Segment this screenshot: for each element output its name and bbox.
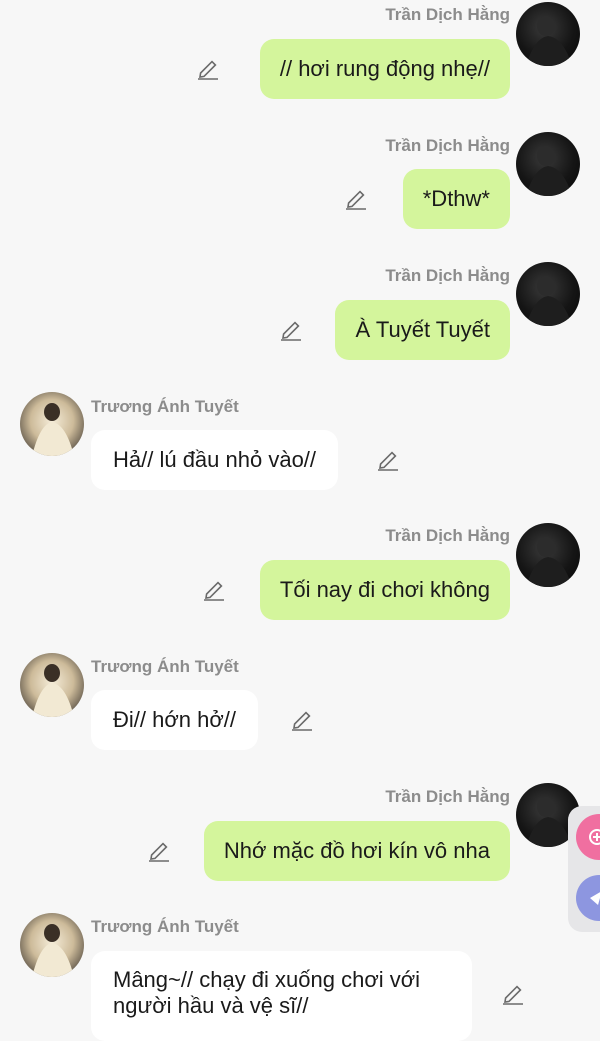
- pencil-icon[interactable]: [501, 982, 525, 1006]
- pencil-icon[interactable]: [290, 708, 314, 732]
- sender-name: Trần Dịch Hằng: [385, 266, 510, 285]
- message-bubble[interactable]: Tối nay đi chơi không: [259, 560, 510, 620]
- sender-name: Trần Dịch Hằng: [385, 787, 510, 806]
- message-bubble[interactable]: À Tuyết Tuyết: [335, 300, 510, 360]
- avatar[interactable]: [516, 523, 580, 587]
- send-icon[interactable]: [576, 875, 600, 921]
- sender-name: Trần Dịch Hằng: [385, 136, 510, 155]
- sender-name: Trương Ánh Tuyết: [91, 657, 239, 676]
- sender-name: Trần Dịch Hằng: [385, 526, 510, 545]
- add-circle-icon[interactable]: [576, 814, 600, 860]
- message-bubble[interactable]: Hả// lú đầu nhỏ vào//: [91, 430, 339, 490]
- sender-name: Trần Dịch Hằng: [385, 5, 510, 24]
- message-bubble[interactable]: Nhớ mặc đồ hơi kín vô nha: [203, 821, 510, 881]
- pencil-icon[interactable]: [376, 448, 400, 472]
- avatar[interactable]: [20, 653, 84, 717]
- message-bubble[interactable]: *Dthw*: [402, 169, 510, 229]
- message-bubble[interactable]: Đi// hớn hở//: [91, 690, 259, 750]
- message-bubble[interactable]: // hơi rung động nhẹ//: [259, 39, 510, 99]
- sender-name: Trương Ánh Tuyết: [91, 397, 239, 416]
- pencil-icon[interactable]: [279, 318, 303, 342]
- pencil-icon[interactable]: [147, 839, 171, 863]
- pencil-icon[interactable]: [196, 57, 220, 81]
- pencil-icon[interactable]: [344, 187, 368, 211]
- avatar[interactable]: [516, 262, 580, 326]
- avatar[interactable]: [20, 913, 84, 977]
- pencil-icon[interactable]: [202, 578, 226, 602]
- message-bubble[interactable]: Mâng~// chạy đi xuống chơi với người hầu…: [91, 951, 472, 1041]
- sender-name: Trương Ánh Tuyết: [91, 917, 239, 936]
- avatar[interactable]: [20, 392, 84, 456]
- avatar[interactable]: [516, 2, 580, 66]
- avatar[interactable]: [516, 132, 580, 196]
